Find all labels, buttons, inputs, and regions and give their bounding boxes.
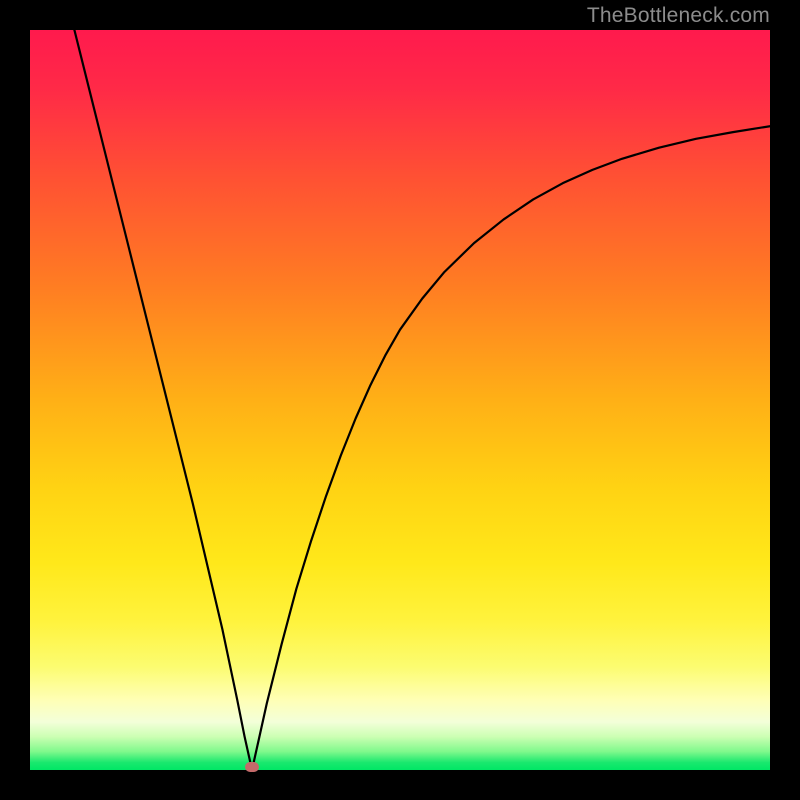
optimal-point-marker: [245, 762, 259, 772]
plot-area: [30, 30, 770, 770]
bottleneck-curve: [30, 30, 770, 770]
watermark: TheBottleneck.com: [587, 4, 770, 28]
chart-container: TheBottleneck.com: [0, 0, 800, 800]
